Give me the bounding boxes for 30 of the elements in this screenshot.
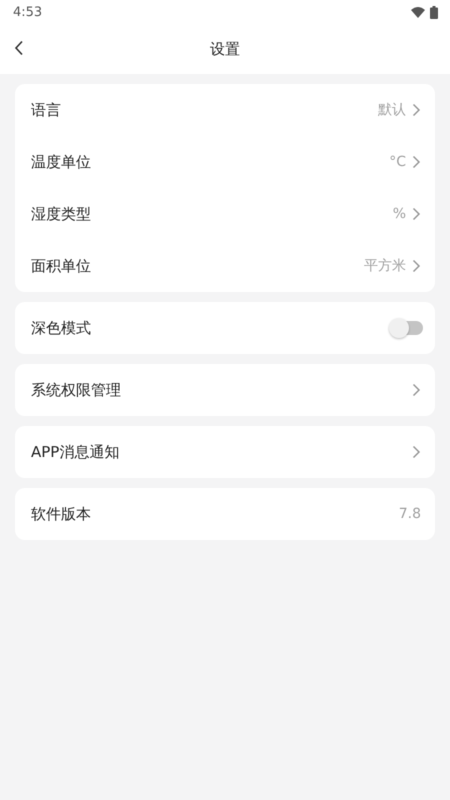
row-value: 7.8	[398, 506, 421, 522]
row-value: 平方米	[364, 257, 406, 275]
status-time: 4:53	[13, 4, 42, 20]
battery-icon	[430, 6, 438, 18]
row-label: 语言	[31, 100, 62, 120]
chevron-right-icon[interactable]	[412, 103, 421, 117]
wifi-icon	[411, 6, 425, 18]
chevron-right-icon[interactable]	[412, 445, 421, 459]
settings-row[interactable]: 系统权限管理	[15, 364, 435, 416]
settings-row[interactable]: 面积单位 平方米	[15, 240, 435, 292]
row-label: 系统权限管理	[31, 380, 122, 400]
settings-row[interactable]: 湿度类型 %	[15, 188, 435, 240]
row-label: 温度单位	[31, 152, 92, 172]
row-label: 面积单位	[31, 256, 92, 276]
row-label: 湿度类型	[31, 204, 92, 224]
chevron-right-icon[interactable]	[412, 207, 421, 221]
toggle-switch[interactable]	[391, 321, 423, 335]
row-label: APP消息通知	[31, 442, 120, 462]
row-value: °C	[389, 154, 406, 170]
chevron-right-icon[interactable]	[412, 155, 421, 169]
settings-row[interactable]: APP消息通知	[15, 426, 435, 478]
settings-row[interactable]: 温度单位 °C	[15, 136, 435, 188]
row-value: %	[392, 206, 406, 222]
chevron-right-icon[interactable]	[412, 383, 421, 397]
row-label: 深色模式	[31, 318, 92, 338]
settings-row[interactable]: 语言 默认	[15, 84, 435, 136]
page-title: 设置	[210, 40, 240, 58]
chevron-right-icon[interactable]	[412, 259, 421, 273]
row-label: 软件版本	[31, 504, 92, 524]
row-value: 默认	[378, 101, 406, 119]
